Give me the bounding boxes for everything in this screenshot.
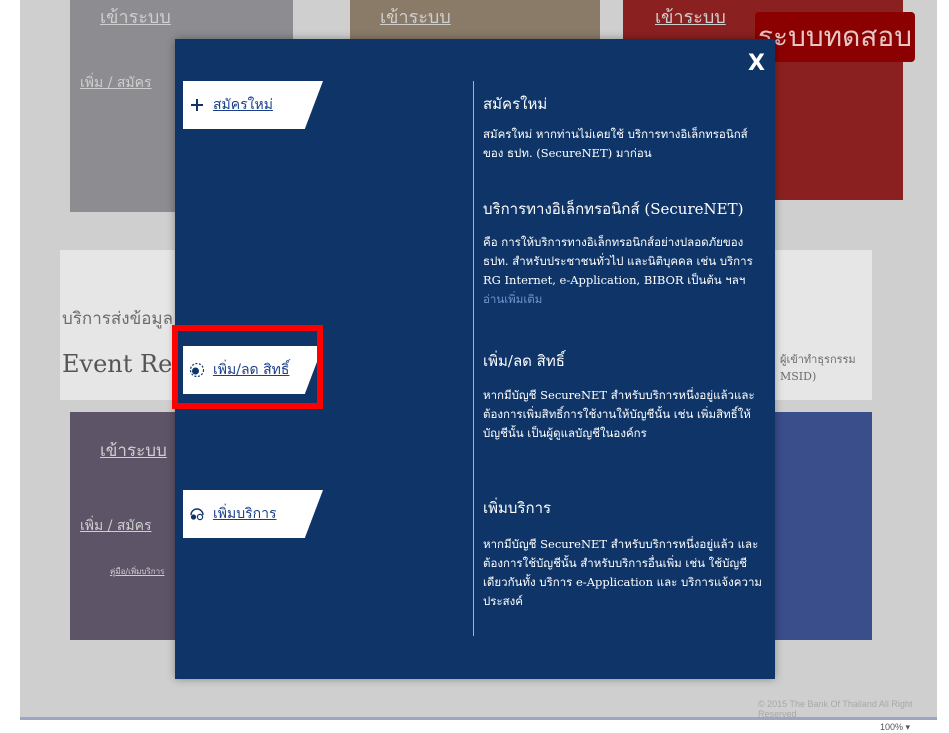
bg-send-data-text: บริการส่งข้อมูล <box>62 309 174 329</box>
service-section-title: เพิ่มบริการ <box>483 499 552 517</box>
service-section-desc: หากมีบัญชี SecureNET สำหรับบริการหนึ่งอย… <box>483 537 762 608</box>
add-remove-rights-label: เพิ่ม/ลด สิทธิ์ <box>213 362 290 378</box>
register-section-title: สมัครใหม่ <box>483 95 548 113</box>
bg-login-link-3[interactable]: เข้าระบบ <box>655 2 726 31</box>
test-system-badge: ระบบทดสอบ <box>755 12 915 62</box>
registration-modal: X สมัครใหม่ เพิ่ม/ลด สิทธิ์ เพิ่มบริการ … <box>175 39 775 679</box>
bg-add-apply-link-1[interactable]: เพิ่ม / สมัคร <box>80 72 152 94</box>
bg-card-blue <box>760 412 872 640</box>
bg-small-link[interactable]: คู่มือ/เพิ่มบริการ <box>110 565 164 578</box>
zoom-value: 100% <box>880 722 904 732</box>
copyright-text: © 2015 The Bank Of Thailand All Right Re… <box>758 699 913 719</box>
close-button[interactable]: X <box>748 51 765 76</box>
bg-right-text-1: ผู้เข้าทำธุรกรรม <box>780 353 856 366</box>
add-service-icon <box>189 506 205 522</box>
read-more-link[interactable]: อ่านเพิ่มเติม <box>483 292 542 306</box>
securenet-desc-text: คือ การให้บริการทางอิเล็กทรอนิกส์อย่างปล… <box>483 235 753 287</box>
toggle-rights-icon <box>189 362 205 378</box>
register-section-desc: สมัครใหม่ หากท่านไม่เคยใช้ บริการทางอิเล… <box>483 127 748 160</box>
modal-divider <box>473 81 474 636</box>
bg-add-apply-link-2[interactable]: เพิ่ม / สมัคร <box>80 515 152 537</box>
bg-login-link-2[interactable]: เข้าระบบ <box>380 2 451 31</box>
add-service-label: เพิ่มบริการ <box>213 506 277 522</box>
rights-section-title: เพิ่ม/ลด สิทธิ์ <box>483 352 565 370</box>
zoom-indicator[interactable]: 100% ▾ <box>880 722 910 733</box>
register-option-label: สมัครใหม่ <box>213 97 273 113</box>
bg-login-link-4[interactable]: เข้าระบบ <box>100 437 167 464</box>
securenet-section-title: บริการทางอิเล็กทรอนิกส์ (SecureNET) <box>483 200 744 218</box>
register-option[interactable]: สมัครใหม่ <box>183 81 323 129</box>
add-service-option[interactable]: เพิ่มบริการ <box>183 490 323 538</box>
bg-right-text-2: MSID) <box>780 370 817 383</box>
securenet-section-desc: คือ การให้บริการทางอิเล็กทรอนิกส์อย่างปล… <box>483 233 768 309</box>
plus-icon <box>189 97 205 113</box>
bg-login-link-1[interactable]: เข้าระบบ <box>100 2 171 31</box>
add-remove-rights-option[interactable]: เพิ่ม/ลด สิทธิ์ <box>183 346 323 394</box>
bg-event-text: Event Re <box>62 350 173 378</box>
rights-section-desc: หากมีบัญชี SecureNET สำหรับบริการหนึ่งอย… <box>483 388 755 440</box>
chevron-down-icon: ▾ <box>905 722 911 732</box>
